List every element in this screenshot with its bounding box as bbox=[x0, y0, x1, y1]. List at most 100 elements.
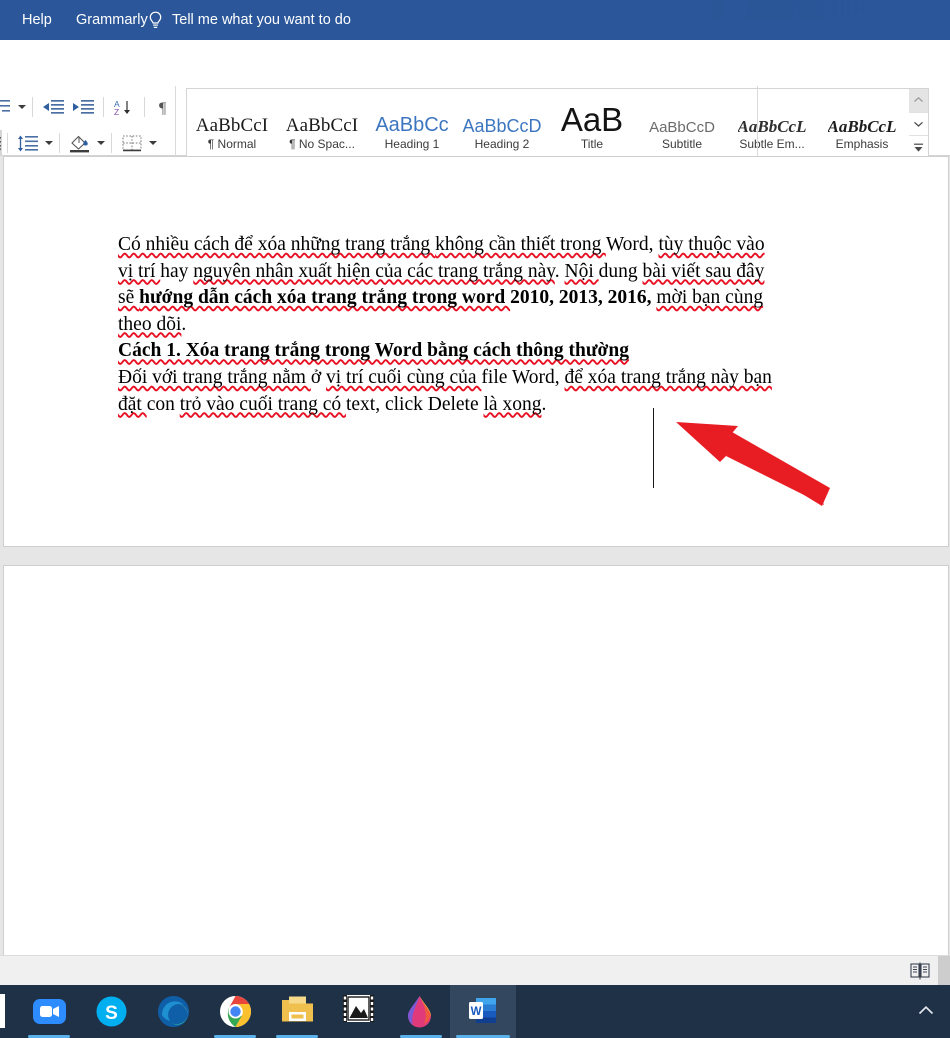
style-label: Emphasis bbox=[835, 137, 889, 151]
style-label: Title bbox=[580, 137, 604, 151]
topbar-decoration bbox=[840, 0, 844, 18]
photos-film-icon bbox=[342, 995, 376, 1028]
taskbar-app-photos[interactable] bbox=[326, 985, 392, 1038]
borders-caret-icon[interactable] bbox=[147, 130, 158, 156]
text-run: Nội bbox=[564, 260, 599, 282]
skype-icon: S bbox=[95, 995, 128, 1028]
grammarly-button[interactable]: Grammarly bbox=[76, 0, 148, 40]
text-run: không cần thiết trong bbox=[435, 234, 606, 255]
text-run: Có nhiều cách bbox=[118, 234, 235, 255]
style-item-no-spacing[interactable]: AaBbCcI ¶ No Spac... bbox=[277, 89, 367, 159]
styles-gallery-scroll[interactable] bbox=[909, 88, 929, 160]
grammarly-label: Grammarly bbox=[76, 12, 148, 28]
align-justify-icon[interactable] bbox=[0, 130, 2, 156]
zoom-icon bbox=[32, 995, 66, 1028]
status-bar bbox=[0, 955, 950, 986]
style-item-subtle-emphasis[interactable]: AaBbCcL Subtle Em... bbox=[727, 89, 817, 159]
status-bar-edge bbox=[938, 956, 950, 986]
group-divider bbox=[175, 86, 176, 160]
style-item-emphasis[interactable]: AaBbCcL Emphasis bbox=[817, 89, 907, 159]
taskbar-app-skype[interactable]: S bbox=[78, 985, 144, 1038]
shading-caret-icon[interactable] bbox=[95, 130, 106, 156]
text-cursor bbox=[653, 408, 654, 488]
text-run: . bbox=[554, 260, 565, 282]
paragraph-line: Có nhiều cách để xóa những trang trắng k… bbox=[118, 232, 904, 259]
multilevel-list-caret-icon[interactable] bbox=[16, 94, 27, 120]
paragraph-line: vị trí hay nguyên nhân xuất hiện của các… bbox=[118, 259, 904, 286]
text-run: . bbox=[541, 393, 547, 415]
style-preview: AaBbCcD bbox=[462, 116, 542, 135]
decrease-indent-icon[interactable] bbox=[38, 94, 68, 120]
lightbulb-icon bbox=[148, 11, 163, 29]
text-run: con bbox=[146, 393, 180, 415]
word-icon: W bbox=[467, 995, 500, 1028]
style-preview: AaBbCcD bbox=[649, 119, 715, 135]
paint-drop-icon bbox=[405, 995, 438, 1028]
line-spacing-caret-icon[interactable] bbox=[43, 130, 54, 156]
paragraph-row-2 bbox=[0, 126, 158, 160]
text-run: nguyên nhân xuất hiện của các trang trắn… bbox=[193, 260, 555, 282]
multilevel-list-icon[interactable] bbox=[0, 94, 16, 120]
document-page-2[interactable] bbox=[3, 565, 949, 956]
document-body-text[interactable]: Có nhiều cách để xóa những trang trắng k… bbox=[118, 232, 904, 418]
help-label: Help bbox=[22, 12, 52, 28]
chevron-up-icon[interactable] bbox=[918, 1004, 934, 1018]
tell-me-search[interactable]: Tell me what you want to do bbox=[148, 0, 351, 40]
text-run: theo dõi bbox=[118, 313, 182, 335]
read-mode-book-icon[interactable] bbox=[910, 962, 930, 980]
taskbar-left-edge bbox=[0, 994, 5, 1028]
text-run-bold: hướng dẫn cách xóa trang trắng trong wor… bbox=[139, 287, 511, 309]
taskbar-app-microsoft-edge[interactable] bbox=[140, 985, 206, 1038]
text-run: vị trí cuối cùng của bbox=[326, 366, 482, 388]
divider bbox=[32, 97, 33, 117]
text-run-bold: 2010, 2013, 2016, bbox=[510, 287, 652, 309]
style-label: Heading 2 bbox=[474, 137, 530, 151]
style-item-heading-1[interactable]: AaBbCc Heading 1 bbox=[367, 89, 457, 159]
paragraph-line: sẽ hướng dẫn cách xóa trang trắng trong … bbox=[118, 285, 904, 312]
red-arrow-annotation bbox=[672, 410, 832, 510]
topbar-decoration bbox=[861, 0, 865, 12]
paragraph-line: theo dõi. bbox=[118, 312, 904, 339]
text-run: text, click Delete bbox=[345, 393, 484, 415]
taskbar-app-paint-3d[interactable] bbox=[388, 985, 454, 1038]
styles-group: AaBbCcI ¶ Normal AaBbCcI ¶ No Spac... Aa… bbox=[186, 40, 950, 187]
style-preview: AaBbCcI bbox=[195, 115, 269, 135]
scroll-up-icon[interactable] bbox=[909, 89, 928, 113]
style-item-subtitle[interactable]: AaBbCcD Subtitle bbox=[637, 89, 727, 159]
style-preview: AaBbCcL bbox=[737, 117, 807, 135]
topbar-decoration bbox=[833, 0, 837, 20]
topbar-decoration bbox=[854, 0, 858, 14]
style-preview: AaBbCcI bbox=[285, 115, 359, 135]
text-run: tùy thuộc vào bbox=[658, 234, 765, 255]
scroll-down-icon[interactable] bbox=[909, 112, 928, 137]
text-run: mời bạn cùng bbox=[656, 287, 764, 309]
text-run: là xong bbox=[483, 393, 542, 415]
text-run: bài viết sau đây bbox=[642, 260, 765, 282]
paragraph-row-1: A Z ¶ bbox=[0, 90, 180, 124]
taskbar: S W bbox=[0, 985, 950, 1038]
taskbar-app-zoom[interactable] bbox=[16, 985, 82, 1038]
group-divider bbox=[757, 86, 758, 160]
line-spacing-icon[interactable] bbox=[13, 130, 43, 156]
taskbar-app-google-chrome[interactable] bbox=[202, 985, 268, 1038]
shading-paint-bucket-icon[interactable] bbox=[65, 130, 95, 156]
document-heading: Cách 1. Xóa trang trắng trong Word bằng … bbox=[118, 338, 904, 365]
text-run: trỏ vào cuối trang có bbox=[179, 393, 346, 415]
style-item-title[interactable]: AaB Title bbox=[547, 89, 637, 159]
styles-gallery[interactable]: AaBbCcI ¶ Normal AaBbCcI ¶ No Spac... Aa… bbox=[186, 88, 910, 160]
text-run: dung bbox=[598, 260, 643, 282]
style-item-normal[interactable]: AaBbCcI ¶ Normal bbox=[187, 89, 277, 159]
style-label: Subtitle bbox=[661, 137, 703, 151]
taskbar-app-microsoft-word[interactable]: W bbox=[450, 985, 516, 1038]
word-top-bar: Help Grammarly Tell me what you want to … bbox=[0, 0, 950, 40]
text-run: . bbox=[181, 313, 187, 335]
sort-az-icon[interactable]: A Z bbox=[109, 94, 139, 120]
style-item-heading-2[interactable]: AaBbCcD Heading 2 bbox=[457, 89, 547, 159]
svg-text:¶: ¶ bbox=[159, 100, 167, 116]
taskbar-app-file-explorer[interactable] bbox=[264, 985, 330, 1038]
help-button[interactable]: Help bbox=[22, 0, 52, 40]
increase-indent-icon[interactable] bbox=[68, 94, 98, 120]
borders-icon[interactable] bbox=[117, 130, 147, 156]
text-run: vị trí bbox=[118, 260, 161, 282]
chrome-icon bbox=[219, 995, 252, 1028]
